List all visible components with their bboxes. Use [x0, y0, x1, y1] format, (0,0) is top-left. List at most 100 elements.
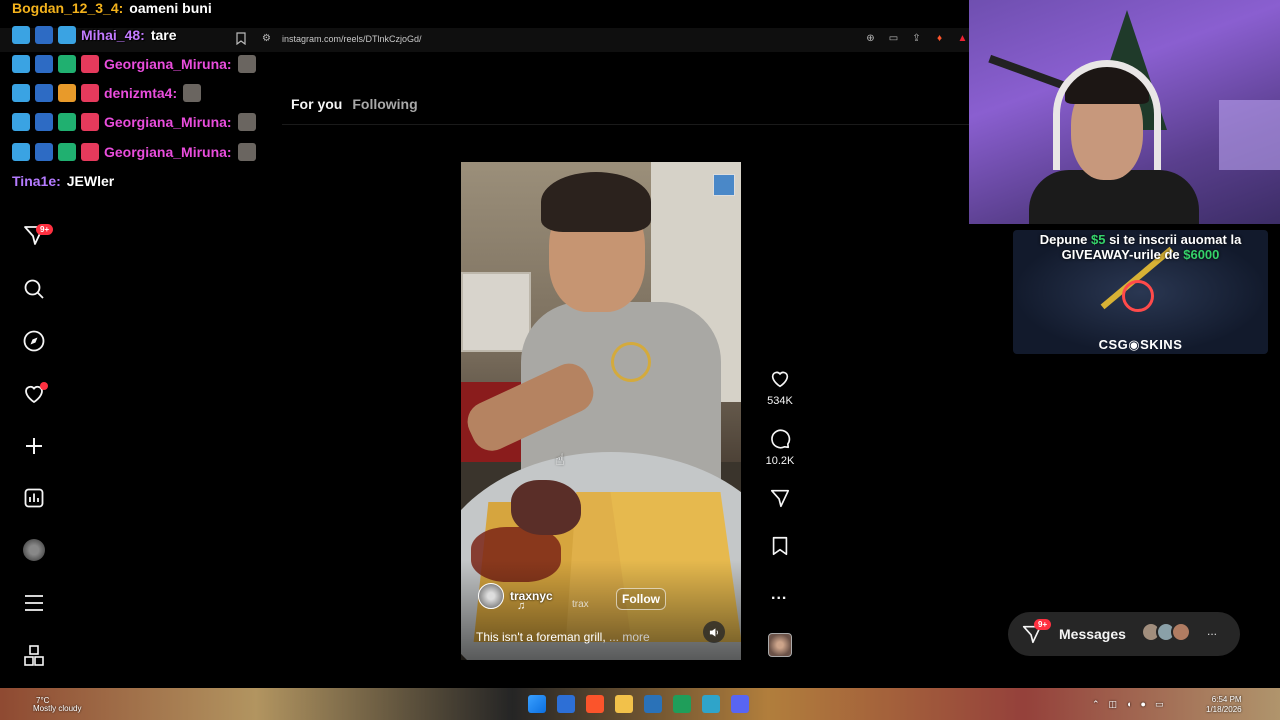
chat-badge-icon	[12, 84, 30, 102]
ad-text-highlight: $6000	[1183, 247, 1220, 262]
chat-badge-icon	[35, 84, 53, 102]
create-icon[interactable]	[22, 434, 46, 458]
video-steak	[511, 480, 581, 535]
system-tray: ⌃ ◫ ◖ ● ▭	[1092, 699, 1163, 710]
chat-badge-icon	[58, 143, 76, 161]
caption-text: This isn't a foreman grill,	[476, 630, 606, 644]
file-explorer-icon[interactable]	[615, 695, 633, 713]
volume-button[interactable]	[703, 621, 725, 643]
comment-button[interactable]	[769, 428, 791, 450]
tab-for-you[interactable]: For you	[291, 96, 342, 112]
address-bar[interactable]: instagram.com/reels/DTlnkCzjoGd/	[282, 34, 422, 44]
like-button[interactable]	[769, 368, 791, 390]
chat-badge-icon	[58, 55, 76, 73]
reel-caption: This isn't a foreman grill, ... more	[476, 630, 650, 644]
chat-message: Georgiana_Miruna:	[12, 110, 261, 134]
network-icon[interactable]: ◫	[1109, 699, 1118, 710]
chat-username: Georgiana_Miruna:	[104, 56, 232, 72]
chat-username: Tina1e:	[12, 173, 61, 189]
send-icon	[770, 489, 790, 508]
spreadsheet-icon[interactable]	[673, 695, 691, 713]
chat-username: Georgiana_Miruna:	[104, 144, 232, 160]
tab-following[interactable]: Following	[352, 96, 417, 112]
follow-button[interactable]: Follow	[616, 588, 666, 610]
more-options-icon[interactable]: ...	[771, 586, 787, 604]
chevron-up-icon[interactable]: ⌃	[1092, 699, 1100, 710]
explore-icon[interactable]	[22, 329, 46, 353]
mic-icon[interactable]: ●	[1141, 699, 1146, 710]
screen: ⚙ instagram.com/reels/DTlnkCzjoGd/ ⊕ ▭ ⇪…	[0, 0, 1280, 720]
emote-icon	[237, 143, 256, 161]
message-avatars	[1141, 622, 1191, 642]
video-photo	[713, 174, 735, 196]
hand-cursor-icon: ☝	[555, 452, 565, 469]
clock-time: 6:54 PM	[1211, 695, 1242, 704]
display-icon[interactable]: ▭	[1155, 699, 1164, 710]
save-button[interactable]	[769, 535, 791, 557]
search-icon[interactable]	[22, 277, 46, 301]
comment-count: 10.2K	[765, 455, 795, 467]
chat-message: Georgiana_Miruna:	[12, 140, 261, 164]
chat-badge-icon	[35, 113, 53, 131]
chat-message: Georgiana_Miruna:	[12, 52, 261, 76]
system-clock[interactable]: 6:54 PM 1/18/2026	[1206, 695, 1242, 715]
dashboard-icon[interactable]	[22, 486, 46, 510]
steam-icon[interactable]	[644, 695, 662, 713]
app-icon[interactable]	[702, 695, 720, 713]
streamer-webcam	[969, 0, 1280, 224]
ad-text-part: GIVEAWAY-urile de	[1061, 247, 1184, 262]
chat-badge-icon	[81, 84, 99, 102]
apps-icon[interactable]	[22, 644, 46, 668]
cast-icon[interactable]: ▭	[887, 32, 900, 45]
chat-username: denizmta4:	[104, 85, 178, 101]
headset-icon	[1053, 60, 1161, 170]
chat-username: Bogdan_12_3_4:	[12, 0, 124, 16]
heart-icon	[771, 371, 789, 388]
audio-thumbnail[interactable]	[768, 633, 792, 657]
more-icon: ...	[1207, 624, 1218, 638]
chat-badge-icon	[12, 143, 30, 161]
ad-text: Depune $5 si te inscrii auomat la GIVEAW…	[1013, 232, 1268, 262]
windows-start-icon[interactable]	[528, 695, 546, 713]
chat-badge-icon	[58, 26, 76, 44]
author-avatar[interactable]	[478, 583, 504, 609]
notification-dot	[40, 382, 48, 390]
bookmark-icon	[772, 536, 788, 556]
comment-icon	[771, 429, 791, 449]
chat-badge-icon	[12, 55, 30, 73]
caption-more-link[interactable]: ... more	[609, 630, 650, 644]
taskview-icon[interactable]	[557, 695, 575, 713]
bookmark-icon[interactable]	[236, 32, 246, 45]
ad-text-part: Depune	[1039, 232, 1091, 247]
profile-avatar[interactable]	[23, 539, 45, 561]
volume-icon[interactable]: ◖	[1126, 699, 1131, 710]
chat-badge-icon	[81, 113, 99, 131]
ad-text-part: si te inscrii auomat la	[1105, 232, 1242, 247]
weather-widget[interactable]: Mostly cloudy	[33, 704, 81, 713]
discord-icon[interactable]	[731, 695, 749, 713]
chat-message: Bogdan_12_3_4: oameni buni	[12, 0, 212, 20]
ad-text-highlight: $5	[1091, 232, 1106, 247]
share-button[interactable]	[769, 487, 791, 509]
menu-icon[interactable]	[22, 591, 46, 615]
notification-badge: 9+	[36, 224, 54, 235]
chat-badge-icon	[35, 143, 53, 161]
chat-badge-icon	[35, 26, 53, 44]
brave-shield-icon[interactable]: ♦	[933, 32, 946, 45]
chat-message: Mihai_48: tare	[12, 23, 177, 47]
chat-badge-icon	[81, 143, 99, 161]
divider	[282, 124, 970, 125]
music-note-icon: ♫	[517, 600, 526, 612]
emote-icon	[237, 113, 256, 131]
video-shade	[461, 560, 741, 660]
chat-text: oameni buni	[129, 0, 212, 16]
feed-tabs: For you Following	[291, 96, 418, 112]
zoom-icon[interactable]: ⊕	[864, 32, 877, 45]
ad-brand: CSG◉SKINS	[1098, 337, 1183, 352]
audio-label[interactable]: trax	[572, 599, 589, 610]
brave-browser-icon[interactable]	[586, 695, 604, 713]
reel-author[interactable]: traxnyc	[478, 583, 553, 609]
site-settings-icon[interactable]: ⚙	[262, 33, 271, 44]
rewards-icon[interactable]: ▲	[956, 32, 969, 45]
share-icon[interactable]: ⇪	[910, 32, 923, 45]
